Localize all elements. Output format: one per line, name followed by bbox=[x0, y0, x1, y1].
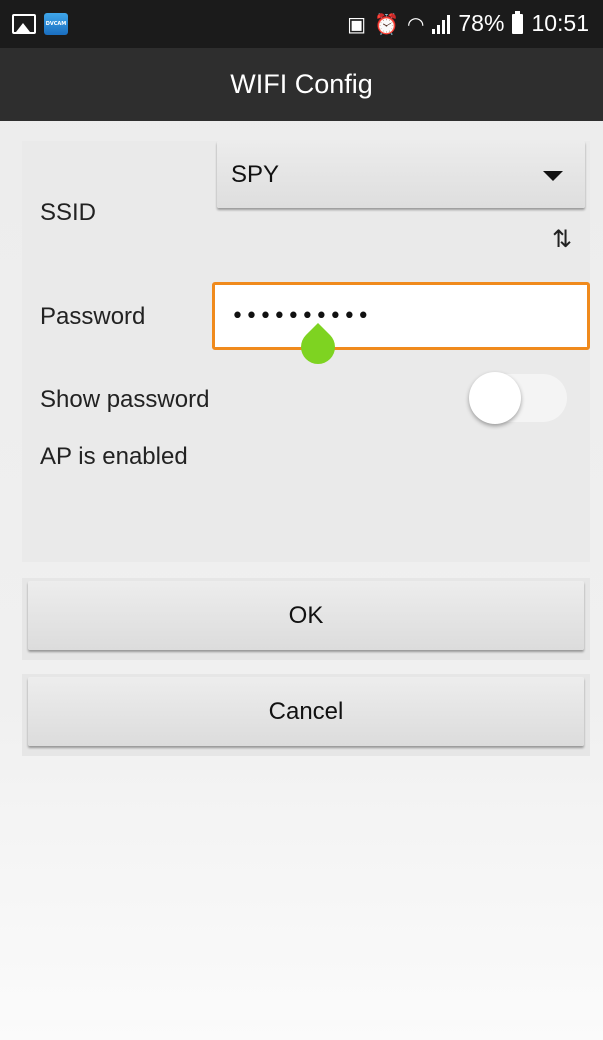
wifi-config-form: SSID SPY ⇅ Password •••••••••• Show pass… bbox=[22, 141, 590, 562]
ssid-dropdown[interactable]: SPY bbox=[217, 141, 585, 208]
wifi-icon: ◠ bbox=[406, 11, 425, 36]
battery-saver-icon: ▣ bbox=[347, 11, 367, 36]
ssid-selected-value: SPY bbox=[231, 160, 280, 188]
cancel-button[interactable]: Cancel bbox=[28, 677, 584, 746]
app-notification-icon: DVCAM bbox=[44, 13, 68, 35]
app-bar: WIFI Config bbox=[0, 48, 603, 121]
status-bar: DVCAM ▣ ⏰ ◠ 78% 10:51 bbox=[0, 0, 603, 48]
password-label: Password bbox=[40, 303, 146, 330]
ok-button-container: OK bbox=[22, 578, 590, 660]
notification-icons: DVCAM bbox=[12, 13, 68, 35]
ok-button[interactable]: OK bbox=[28, 581, 584, 650]
page-title: WIFI Config bbox=[230, 69, 373, 99]
cancel-button-label: Cancel bbox=[268, 697, 344, 725]
ap-status-text: AP is enabled bbox=[40, 443, 188, 470]
clock: 10:51 bbox=[531, 10, 589, 36]
cancel-button-container: Cancel bbox=[22, 674, 590, 756]
toggle-thumb[interactable] bbox=[469, 372, 521, 424]
password-input[interactable]: •••••••••• bbox=[212, 282, 590, 350]
password-masked-value: •••••••••• bbox=[231, 303, 371, 329]
show-password-label: Show password bbox=[40, 386, 210, 413]
signal-icon bbox=[432, 14, 451, 34]
ok-button-label: OK bbox=[288, 601, 324, 629]
battery-icon bbox=[512, 10, 524, 34]
gallery-icon bbox=[12, 14, 36, 34]
battery-percent: 78% bbox=[458, 10, 505, 36]
refresh-icon[interactable]: ⇅ bbox=[552, 225, 572, 253]
system-indicators: ▣ ⏰ ◠ 78% 10:51 bbox=[347, 10, 589, 37]
dropdown-arrow-icon bbox=[543, 171, 563, 181]
ssid-label: SSID bbox=[40, 199, 97, 226]
alarm-icon: ⏰ bbox=[374, 11, 399, 36]
